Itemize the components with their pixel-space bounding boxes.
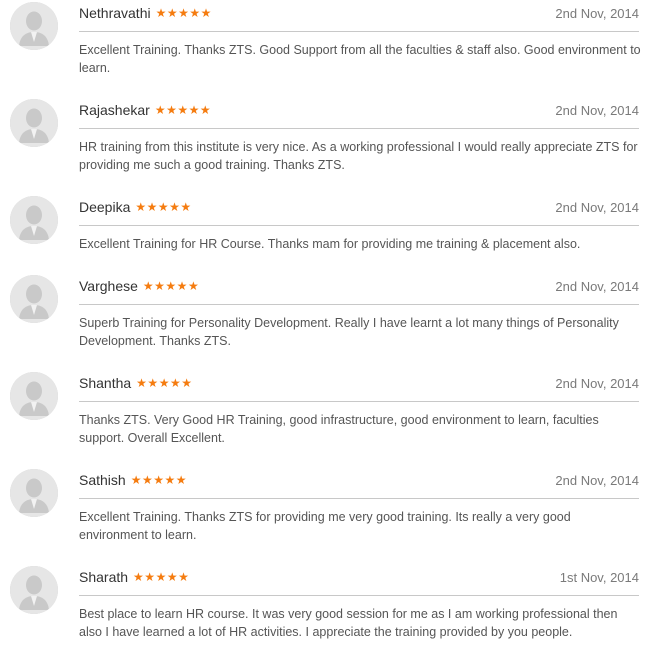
- divider: [79, 128, 639, 129]
- user-avatar-icon: [10, 566, 58, 614]
- divider: [79, 304, 639, 305]
- reviewer-name: Shantha: [79, 375, 132, 391]
- review-list: Nethravathi ★★★★★ 2nd Nov, 2014 Excellen…: [0, 0, 649, 645]
- review-text: Best place to learn HR course. It was ve…: [79, 607, 618, 639]
- review-text: Excellent Training. Thanks ZTS. Good Sup…: [79, 43, 641, 75]
- star-rating-icon: ★★★★★: [142, 279, 200, 293]
- review-date: 2nd Nov, 2014: [555, 5, 639, 21]
- reviewer-name: Nethravathi: [79, 5, 151, 21]
- review-date: 2nd Nov, 2014: [555, 375, 639, 391]
- divider: [79, 31, 639, 32]
- reviewer-name: Varghese: [79, 278, 138, 294]
- divider: [79, 498, 639, 499]
- reviewer-name: Sharath: [79, 569, 129, 585]
- review-text: Superb Training for Personality Developm…: [79, 316, 619, 348]
- user-avatar-icon: [10, 2, 58, 50]
- reviewer-name: Sathish: [79, 472, 126, 488]
- review-text: Excellent Training. Thanks ZTS for provi…: [79, 510, 571, 542]
- review-date: 1st Nov, 2014: [559, 569, 639, 585]
- user-avatar-icon: [10, 469, 58, 517]
- divider: [79, 401, 639, 402]
- divider: [79, 225, 639, 226]
- star-rating-icon: ★★★★★: [130, 473, 187, 487]
- reviewer-name: Rajashekar: [79, 102, 150, 118]
- reviewer-name: Deepika: [79, 199, 131, 215]
- review-text: HR training from this institute is very …: [79, 140, 638, 172]
- review-date: 2nd Nov, 2014: [555, 199, 639, 215]
- review-date: 2nd Nov, 2014: [555, 472, 639, 488]
- user-avatar-icon: [10, 372, 58, 420]
- star-rating-icon: ★★★★★: [136, 376, 193, 390]
- user-avatar-icon: [10, 275, 58, 323]
- review-text: Thanks ZTS. Very Good HR Training, good …: [79, 413, 599, 445]
- divider: [79, 595, 639, 596]
- review-date: 2nd Nov, 2014: [555, 278, 639, 294]
- review-date: 2nd Nov, 2014: [555, 102, 639, 118]
- star-rating-icon: ★★★★★: [154, 103, 212, 117]
- star-rating-icon: ★★★★★: [155, 6, 212, 20]
- star-rating-icon: ★★★★★: [135, 200, 192, 214]
- star-rating-icon: ★★★★★: [133, 570, 190, 584]
- user-avatar-icon: [10, 99, 58, 147]
- user-avatar-icon: [10, 196, 58, 244]
- review-text: Excellent Training for HR Course. Thanks…: [79, 237, 581, 251]
